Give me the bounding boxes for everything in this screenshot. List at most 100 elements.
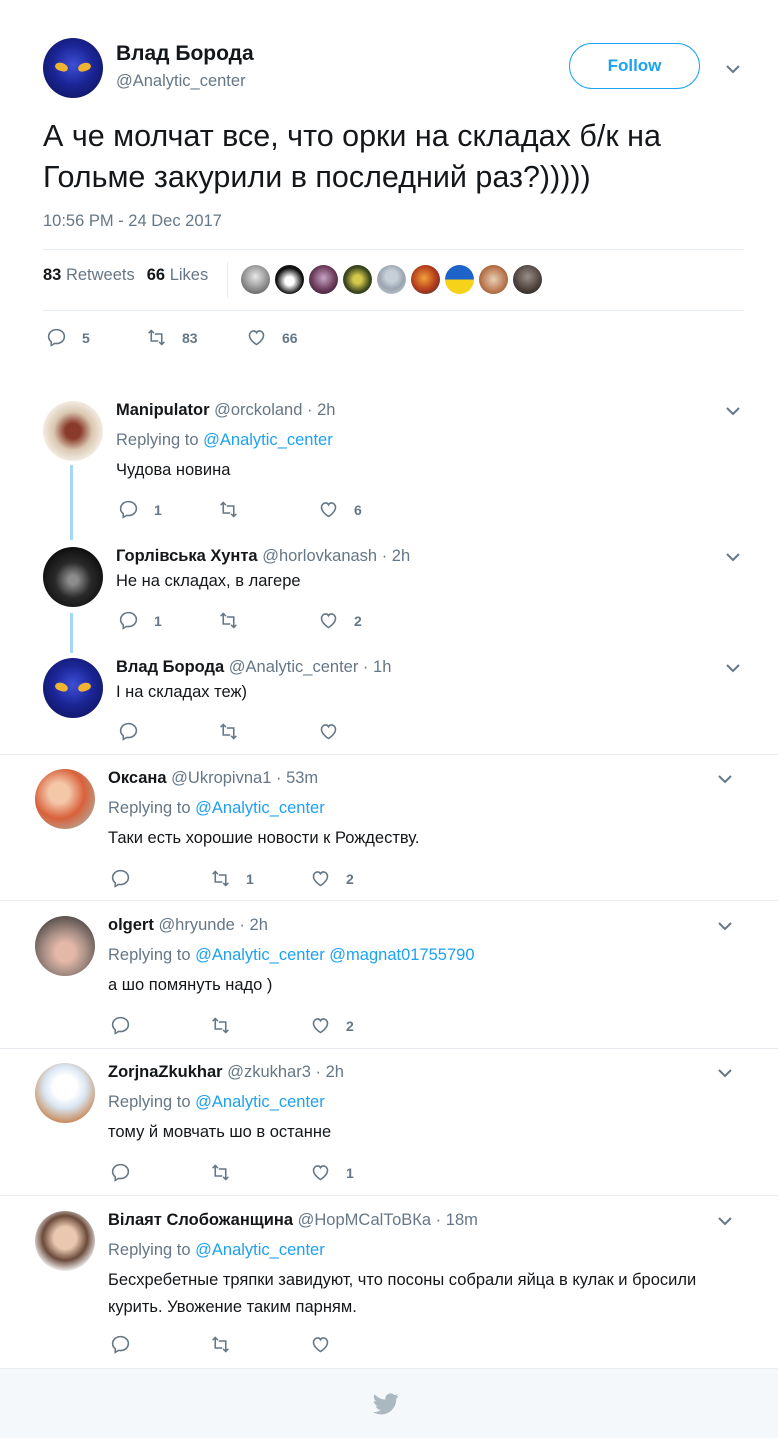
- avatar[interactable]: [43, 401, 103, 461]
- retweet-icon: [220, 612, 237, 629]
- reply-button[interactable]: [110, 1015, 146, 1036]
- like-button[interactable]: 2: [310, 1015, 354, 1036]
- chevron-down-icon[interactable]: [718, 921, 732, 933]
- liker-avatar[interactable]: [377, 265, 406, 294]
- like-button[interactable]: 66: [246, 327, 298, 348]
- retweet-button[interactable]: 83: [146, 327, 198, 348]
- follow-button[interactable]: Follow: [569, 43, 700, 89]
- reply-author-handle[interactable]: @Ukropivna1: [171, 769, 271, 787]
- likes-stat[interactable]: 66 Likes: [147, 266, 208, 285]
- reply-button[interactable]: 1: [118, 499, 162, 520]
- retweet-button[interactable]: [210, 1162, 246, 1183]
- liker-avatar[interactable]: [445, 265, 474, 294]
- reply-button[interactable]: [110, 1162, 146, 1183]
- liker-avatar[interactable]: [513, 265, 542, 294]
- retweet-icon: [212, 1336, 229, 1353]
- liker-avatar[interactable]: [343, 265, 372, 294]
- reply-time[interactable]: 53m: [286, 769, 318, 787]
- chevron-down-icon[interactable]: [718, 1068, 732, 1080]
- reply-author-name[interactable]: ZorjnaZkukhar: [108, 1063, 223, 1081]
- reply-author-handle[interactable]: @orckoland: [214, 401, 302, 419]
- avatar[interactable]: [35, 1211, 95, 1271]
- reply-icon: [111, 869, 130, 888]
- replying-to-link[interactable]: @Analytic_center: [195, 799, 325, 817]
- replying-to-link[interactable]: @Analytic_center @magnat01755790: [195, 946, 474, 964]
- avatar[interactable]: [43, 547, 103, 607]
- reply-author-name[interactable]: Влад Борода: [116, 658, 224, 676]
- liker-avatar[interactable]: [411, 265, 440, 294]
- reply-author-name[interactable]: Оксана: [108, 769, 167, 787]
- author-name[interactable]: Влад Борода: [116, 42, 254, 66]
- reply-author-name[interactable]: Горлівська Хунта: [116, 547, 258, 565]
- reply-author-handle[interactable]: @zkukhar3: [227, 1063, 311, 1081]
- replying-to-label: Replying to: [108, 799, 191, 817]
- like-button[interactable]: [310, 1334, 346, 1355]
- like-button[interactable]: 2: [318, 610, 362, 631]
- reply-author-handle[interactable]: @Analytic_center: [229, 658, 359, 676]
- retweet-button[interactable]: [218, 721, 254, 742]
- reply-time[interactable]: 1h: [373, 658, 391, 676]
- reply-time[interactable]: 2h: [326, 1063, 344, 1081]
- reply-icon: [47, 328, 66, 347]
- reply-author-handle[interactable]: @НорМСаlТоВКа: [298, 1211, 431, 1229]
- like-button[interactable]: 1: [310, 1162, 354, 1183]
- retweet-icon: [212, 1017, 229, 1034]
- reply-button[interactable]: [110, 868, 146, 889]
- liker-avatar[interactable]: [241, 265, 270, 294]
- reply-button[interactable]: [110, 1334, 146, 1355]
- avatar[interactable]: [35, 769, 95, 829]
- tweet-timestamp[interactable]: 10:56 PM - 24 Dec 2017: [43, 212, 222, 231]
- chevron-down-icon[interactable]: [726, 663, 740, 675]
- retweet-button[interactable]: [218, 499, 254, 520]
- like-button[interactable]: 2: [310, 868, 354, 889]
- replying-to-link[interactable]: @Analytic_center: [195, 1093, 325, 1111]
- chevron-down-icon[interactable]: [726, 406, 740, 418]
- chevron-down-icon[interactable]: [726, 552, 740, 564]
- replying-to-link[interactable]: @Analytic_center: [195, 1241, 325, 1259]
- avatar[interactable]: [43, 658, 103, 718]
- reply-time[interactable]: 18m: [446, 1211, 478, 1229]
- like-button[interactable]: 6: [318, 499, 362, 520]
- like-button[interactable]: [318, 721, 354, 742]
- heart-icon: [312, 871, 329, 887]
- chevron-down-icon[interactable]: [718, 1216, 732, 1228]
- heart-icon: [320, 613, 337, 629]
- reply-actions: [118, 721, 418, 745]
- reply-author-handle[interactable]: @hryunde: [158, 916, 234, 934]
- chevron-down-icon[interactable]: [726, 64, 740, 76]
- retweet-button[interactable]: [210, 1334, 246, 1355]
- liker-avatar[interactable]: [275, 265, 304, 294]
- avatar[interactable]: [35, 916, 95, 976]
- liker-avatar[interactable]: [479, 265, 508, 294]
- reply-time[interactable]: 2h: [250, 916, 268, 934]
- retweet-button[interactable]: 1: [210, 868, 254, 889]
- reply-time[interactable]: 2h: [392, 547, 410, 565]
- divider: [0, 900, 778, 901]
- retweet-button[interactable]: [218, 610, 254, 631]
- reply-author-name[interactable]: Вілаят Слобожанщина: [108, 1211, 293, 1229]
- separator-dot: ·: [275, 769, 282, 787]
- reply-icon: [119, 500, 138, 519]
- replying-to-link[interactable]: @Analytic_center: [203, 431, 333, 449]
- separator-dot: ·: [362, 658, 369, 676]
- reply-author-name[interactable]: olgert: [108, 916, 154, 934]
- chevron-down-icon[interactable]: [718, 774, 732, 786]
- reply-time[interactable]: 2h: [317, 401, 335, 419]
- author-avatar[interactable]: [43, 38, 103, 98]
- reply-icon: [111, 1335, 130, 1354]
- reply-actions: 1 6: [118, 499, 418, 523]
- reply-author-name[interactable]: Manipulator: [116, 401, 210, 419]
- retweet-button[interactable]: [210, 1015, 246, 1036]
- avatar[interactable]: [35, 1063, 95, 1123]
- reply-author-handle[interactable]: @horlovkanash: [262, 547, 377, 565]
- author-handle[interactable]: @Analytic_center: [116, 72, 246, 91]
- reply-button[interactable]: 1: [118, 610, 162, 631]
- reply-button[interactable]: 5: [46, 327, 90, 348]
- divider: [0, 1195, 778, 1196]
- liker-avatar[interactable]: [309, 265, 338, 294]
- separator-dot: ·: [306, 401, 313, 419]
- heart-icon: [320, 502, 337, 518]
- retweets-stat[interactable]: 83 Retweets: [43, 266, 135, 285]
- reply-button[interactable]: [118, 721, 154, 742]
- reply-icon: [119, 722, 138, 741]
